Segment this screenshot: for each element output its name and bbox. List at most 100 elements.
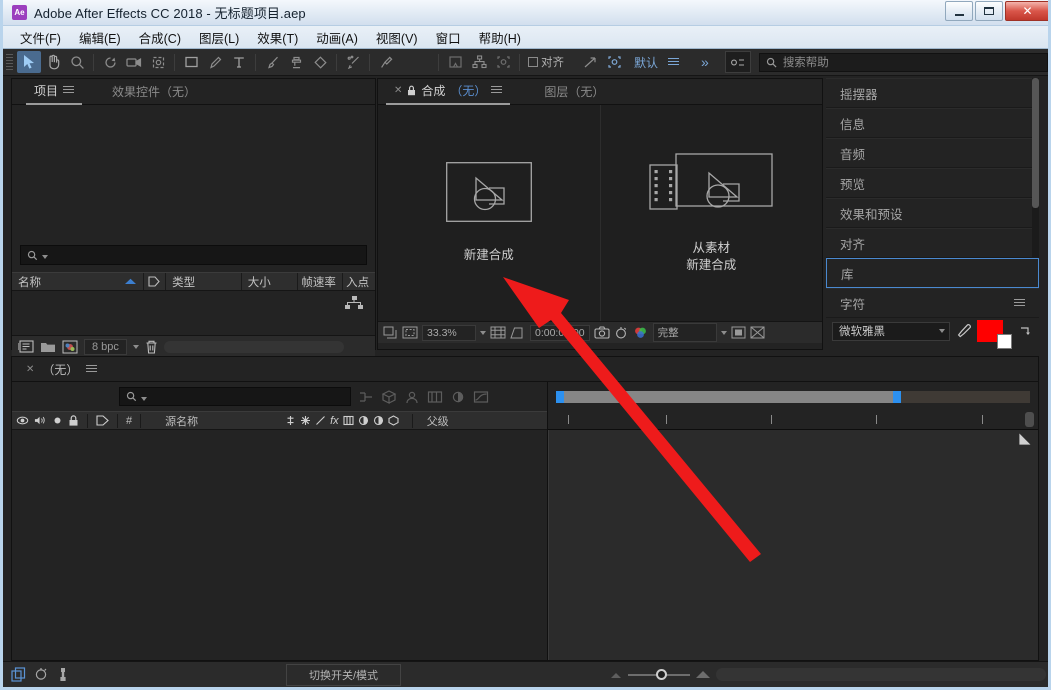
audio-icon[interactable]	[34, 415, 47, 426]
motion-blur-switch-icon[interactable]	[358, 415, 369, 426]
column-tag[interactable]	[144, 273, 167, 290]
timeline-search-input[interactable]	[119, 387, 351, 406]
frame-blending-icon[interactable]	[427, 390, 443, 404]
column-name[interactable]: 名称	[12, 273, 145, 290]
zoom-level-caret-icon[interactable]	[480, 330, 486, 335]
video-visibility-icon[interactable]	[16, 415, 29, 426]
tab-close-icon[interactable]: ✕	[394, 85, 402, 96]
pan-behind-tool[interactable]	[146, 51, 170, 73]
graph-editor-icon[interactable]	[473, 390, 489, 404]
timeline-horizontal-scrollbar[interactable]	[716, 668, 1046, 681]
label-tag-icon[interactable]	[96, 415, 109, 426]
puppet-pin-status-icon[interactable]	[56, 667, 70, 682]
sidebar-item-libraries[interactable]: 库	[826, 258, 1039, 288]
delete-icon[interactable]	[145, 340, 158, 354]
always-preview-icon[interactable]	[383, 326, 398, 339]
show-snapshot-icon[interactable]	[614, 326, 629, 339]
roto-brush-tool[interactable]	[341, 51, 365, 73]
timeline-tab-close-icon[interactable]: ✕	[26, 364, 34, 375]
toolbar-grip[interactable]	[6, 53, 13, 71]
eyedropper-icon[interactable]	[956, 323, 971, 340]
current-timecode[interactable]: 0:00:00:00	[530, 324, 590, 341]
resolution-select[interactable]: 完整	[652, 323, 717, 342]
timeline-zoom-slider[interactable]	[609, 668, 1046, 681]
menu-file[interactable]: 文件(F)	[11, 26, 70, 49]
snapshot-camera-icon[interactable]	[594, 326, 610, 339]
shy-switch-icon[interactable]	[285, 415, 296, 426]
bit-depth-button[interactable]: 8 bpc	[84, 338, 127, 355]
fill-color-swatch[interactable]	[977, 320, 1012, 349]
comp-mini-flowchart-corner-icon[interactable]	[1017, 432, 1033, 447]
column-type[interactable]: 类型	[166, 273, 242, 290]
tab-composition[interactable]: ✕ 合成 （无）	[386, 79, 511, 105]
composition-mini-flowchart-icon[interactable]	[358, 390, 374, 404]
render-queue-icon[interactable]	[34, 667, 48, 682]
workspace-settings-icon[interactable]	[724, 51, 751, 73]
work-area-bar[interactable]	[556, 390, 1030, 403]
workspace-menu-icon[interactable]	[668, 57, 680, 67]
new-composition-from-footage-action[interactable]: 从素材 新建合成	[601, 105, 823, 321]
toggle-switches-modes-button[interactable]: 切换开关/模式	[286, 663, 402, 686]
quality-switch-icon[interactable]	[315, 415, 326, 426]
tab-layer[interactable]: 图层（无）	[536, 79, 612, 105]
timeline-layer-list[interactable]	[12, 430, 547, 660]
workspace-name[interactable]: 默认	[634, 54, 658, 71]
new-composition-footer-icon[interactable]	[62, 340, 78, 354]
hand-tool[interactable]	[41, 51, 65, 73]
timeline-track-grid[interactable]	[548, 430, 1038, 660]
motion-blur-icon[interactable]	[450, 390, 466, 404]
grid-guides-icon[interactable]	[490, 326, 506, 339]
sidebar-item-align[interactable]: 对齐	[826, 228, 1039, 258]
composition-panel-menu-icon[interactable]	[491, 86, 503, 95]
column-size[interactable]: 大小	[242, 273, 299, 290]
tab-project[interactable]: 项目	[26, 79, 83, 105]
zoom-level-select[interactable]: 33.3%	[422, 324, 476, 341]
close-button[interactable]: ✕	[1005, 1, 1048, 21]
frame-blend-switch-icon[interactable]	[343, 415, 354, 426]
region-of-interest-icon[interactable]	[510, 326, 526, 339]
lock-icon[interactable]	[407, 85, 416, 96]
search-help-input[interactable]: 搜索帮助	[758, 52, 1048, 72]
new-folder-icon[interactable]	[40, 340, 56, 353]
interpret-footage-icon[interactable]	[18, 340, 34, 353]
lock-layer-icon[interactable]	[68, 414, 79, 427]
anchor-point-tool[interactable]	[443, 51, 467, 73]
column-framerate[interactable]: 帧速率	[298, 273, 344, 290]
character-panel-menu-icon[interactable]	[1014, 298, 1025, 308]
zoom-slider-track[interactable]	[628, 668, 690, 680]
parent-link-tool[interactable]	[467, 51, 491, 73]
transform-handles-icon[interactable]	[602, 51, 626, 73]
hide-shy-layers-icon[interactable]	[404, 390, 420, 404]
eraser-tool[interactable]	[308, 51, 332, 73]
zoom-out-timeline-icon[interactable]	[609, 669, 623, 680]
tab-effect-controls[interactable]: 效果控件（无）	[104, 79, 204, 105]
sidebar-item-preview[interactable]: 预览	[826, 168, 1039, 198]
new-composition-action[interactable]: 新建合成	[378, 105, 600, 321]
project-item-list[interactable]: 8 bpc	[12, 291, 375, 357]
camera-tool[interactable]	[122, 51, 146, 73]
project-panel-menu-icon[interactable]	[63, 86, 75, 95]
sidebar-item-info[interactable]: 信息	[826, 108, 1039, 138]
swap-colors-icon[interactable]	[1019, 325, 1032, 338]
work-area-end-handle[interactable]	[892, 390, 901, 403]
solo-icon[interactable]	[52, 415, 63, 426]
workspace-overflow-icon[interactable]: »	[701, 54, 709, 70]
sidebar-item-wiggler[interactable]: 摇摆器	[826, 78, 1039, 108]
transform-box-tool[interactable]	[491, 51, 515, 73]
menu-edit[interactable]: 编辑(E)	[70, 26, 130, 49]
brush-tool[interactable]	[260, 51, 284, 73]
duplicate-layers-icon[interactable]	[11, 667, 26, 682]
minimize-button[interactable]	[945, 1, 973, 21]
show-channel-icon[interactable]	[633, 326, 649, 339]
work-area-start-handle[interactable]	[556, 390, 564, 403]
sidebar-item-audio[interactable]: 音频	[826, 138, 1039, 168]
zoom-tool[interactable]	[65, 51, 89, 73]
selection-tool[interactable]	[17, 51, 41, 73]
restore-button[interactable]	[975, 1, 1003, 21]
menu-animation[interactable]: 动画(A)	[307, 26, 367, 49]
shape-tool[interactable]	[179, 51, 203, 73]
align-arrow-icon[interactable]	[578, 51, 602, 73]
time-navigator-handle-icon[interactable]	[1023, 411, 1036, 429]
snap-checkbox[interactable]	[528, 57, 538, 67]
resolution-caret-icon[interactable]	[720, 330, 727, 335]
